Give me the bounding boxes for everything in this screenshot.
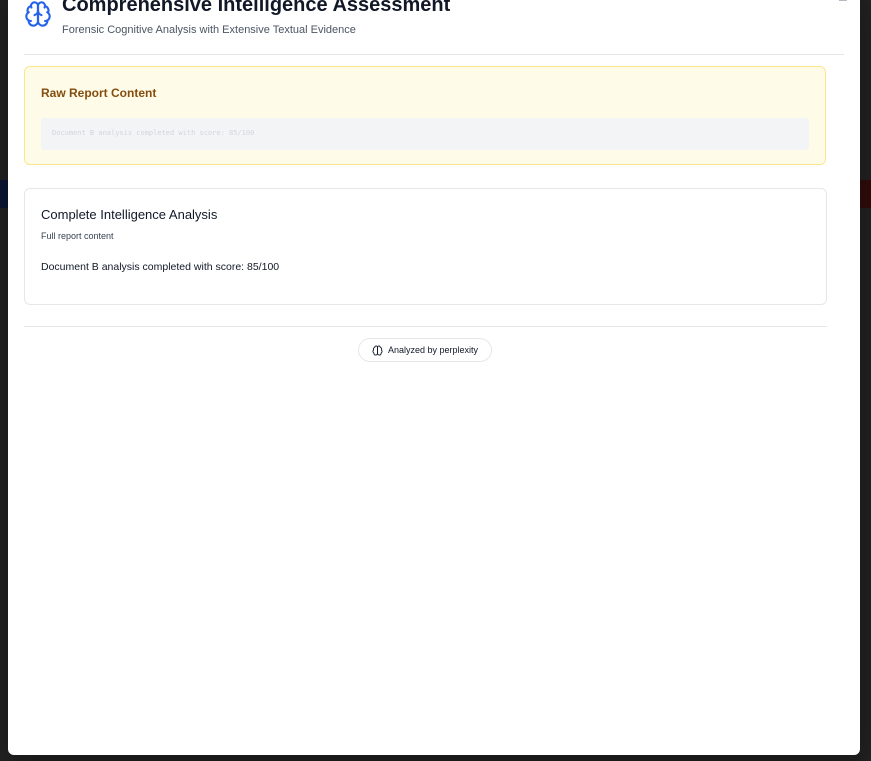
divider <box>24 326 827 327</box>
analyzed-by-label: Analyzed by perplexity <box>387 345 479 355</box>
modal-header: Comprehensive Intelligence Assessment Fo… <box>24 0 844 55</box>
analysis-subheading: Full report content <box>41 231 114 241</box>
modal-subtitle: Forensic Cognitive Analysis with Extensi… <box>62 24 356 36</box>
raw-report-content: Document B analysis completed with score… <box>52 129 255 137</box>
analysis-body: Document B analysis completed with score… <box>41 261 280 273</box>
analysis-card: Complete Intelligence Analysis Full repo… <box>24 188 827 305</box>
analysis-heading: Complete Intelligence Analysis <box>41 207 218 222</box>
assessment-modal: □ Comprehensive Intelligence Assessment … <box>8 0 860 755</box>
raw-report-heading: Raw Report Content <box>41 86 157 100</box>
analyzed-by-badge[interactable]: Analyzed by perplexity <box>358 338 492 362</box>
brain-icon <box>372 345 383 356</box>
raw-report-content-box: Document B analysis completed with score… <box>41 118 809 150</box>
brain-icon <box>25 1 51 27</box>
modal-title: Comprehensive Intelligence Assessment <box>62 0 451 16</box>
raw-report-card: Raw Report Content Document B analysis c… <box>24 66 826 165</box>
